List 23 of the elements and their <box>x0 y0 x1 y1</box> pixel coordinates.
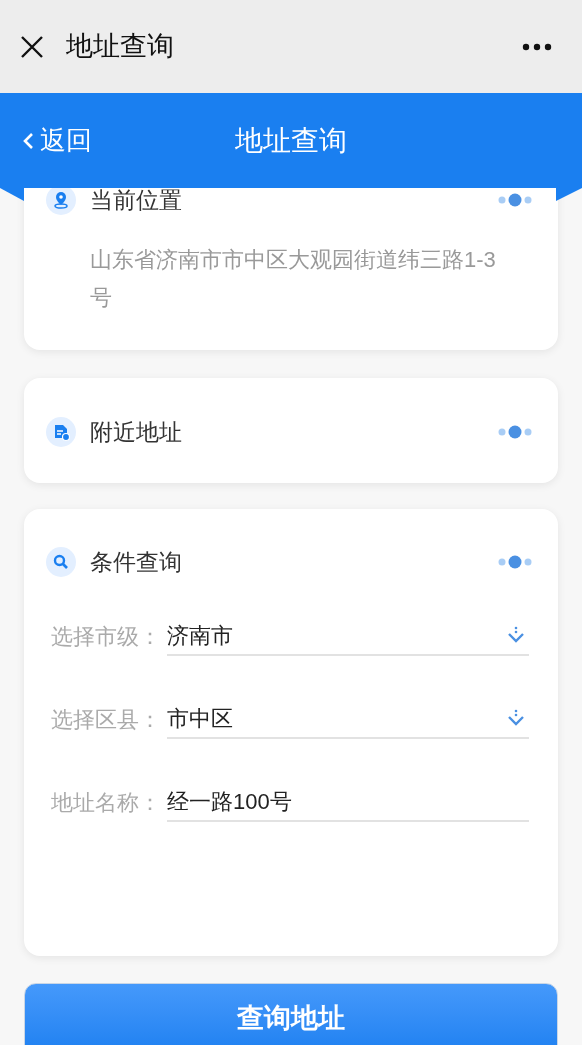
address-text: 山东省济南市市中区大观园街道纬三路1-3号 <box>90 246 497 312</box>
chevron-down-icon <box>507 709 525 727</box>
section-title: 当前位置 <box>90 185 182 215</box>
section-title: 条件查询 <box>90 547 182 577</box>
close-icon[interactable] <box>20 34 44 59</box>
select-field[interactable]: 济南市 <box>167 616 529 656</box>
dots-icon <box>498 193 532 207</box>
document-icon <box>46 417 76 447</box>
chevron-down-icon <box>507 626 525 644</box>
dots-icon <box>498 425 532 439</box>
field-label: 选择区县： <box>50 705 162 734</box>
header-title: 地址查询 <box>235 123 347 158</box>
input-field[interactable]: 经一路100号 <box>167 782 529 822</box>
field-label: 地址名称： <box>50 788 162 817</box>
select-field[interactable]: 市中区 <box>167 699 529 739</box>
chevron-left-icon <box>22 130 34 151</box>
more-icon[interactable] <box>522 42 552 51</box>
field-label: 选择市级： <box>50 622 162 651</box>
section-title: 附近地址 <box>90 417 182 447</box>
dots-icon <box>498 555 532 569</box>
back-link[interactable]: 返回 <box>0 121 92 160</box>
search-icon <box>46 547 76 577</box>
page-title: 地址查询 <box>66 30 174 64</box>
